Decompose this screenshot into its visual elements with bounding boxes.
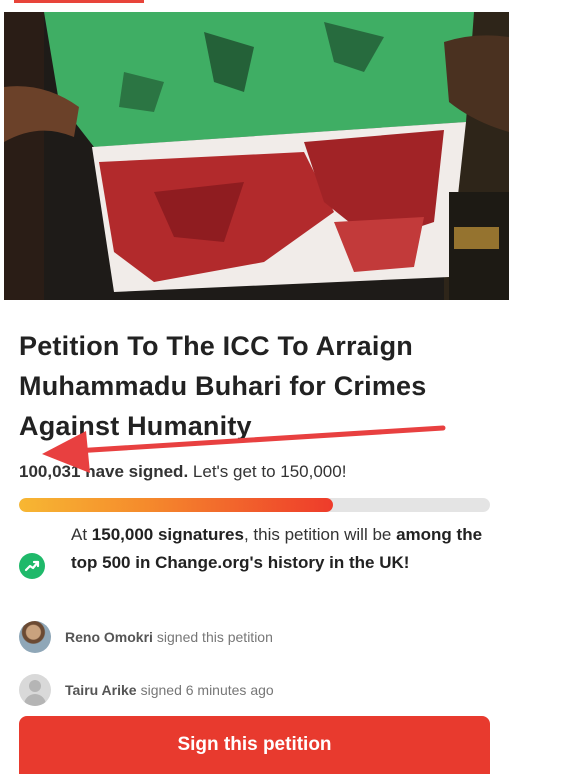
petition-hero-image (4, 12, 509, 300)
milestone-text: At 150,000 signatures, this petition wil… (71, 521, 491, 577)
signature-progress-bar (19, 498, 490, 512)
top-accent-bar (14, 0, 144, 3)
signature-progress-fill (19, 498, 334, 512)
signature-goal: Let's get to 150,000! (192, 462, 347, 481)
petition-title: Petition To The ICC To Arraign Muhammadu… (19, 331, 427, 441)
avatar (19, 674, 51, 706)
recent-signer: Tairu Arike signed 6 minutes ago (19, 673, 274, 707)
signer-name[interactable]: Tairu Arike (65, 682, 137, 698)
avatar (19, 621, 51, 653)
signer-name[interactable]: Reno Omokri (65, 629, 153, 645)
signed-count-value: 100,031 (19, 462, 81, 481)
signer-action: signed 6 minutes ago (140, 682, 274, 698)
signer-action: signed this petition (156, 629, 273, 645)
milestone-prefix: At (71, 525, 88, 544)
milestone-middle: , this petition will be (243, 525, 392, 544)
recent-signer: Reno Omokri signed this petition (19, 620, 273, 654)
trending-up-icon (19, 553, 45, 579)
signed-suffix: have signed. (85, 462, 189, 481)
sign-petition-button[interactable]: Sign this petition (19, 716, 490, 774)
signature-count: 100,031 have signed. Let's get to 150,00… (19, 462, 346, 482)
milestone-target: 150,000 signatures (91, 525, 244, 544)
